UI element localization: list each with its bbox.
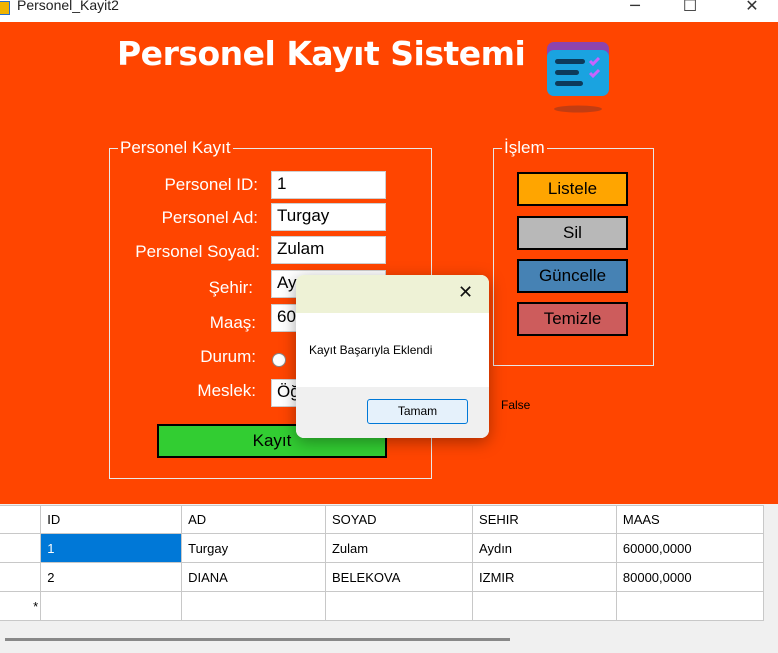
grid-cell-id[interactable]: 2 xyxy=(40,562,183,592)
grid-cell-ad[interactable] xyxy=(181,591,326,621)
column-header-ad[interactable]: AD xyxy=(181,505,326,534)
islem-legend: İşlem xyxy=(504,138,545,157)
column-header-soyad[interactable]: SOYAD xyxy=(324,505,474,534)
window-titlebar: Personel_Kayit2 ─ ☐ ✕ xyxy=(0,0,778,22)
grid-header-row: ID AD SOYAD SEHIR MAAS xyxy=(0,505,765,534)
sil-button[interactable]: Sil xyxy=(517,216,628,250)
grid-cell-sehir[interactable]: Aydın xyxy=(472,533,617,563)
data-grid: ID AD SOYAD SEHIR MAAS 1 Turgay Zulam Ay… xyxy=(0,504,778,653)
grid-cell-maas[interactable] xyxy=(615,591,765,621)
temizle-button[interactable]: Temizle xyxy=(517,302,628,336)
row-header[interactable] xyxy=(0,562,42,592)
grid-cell-soyad[interactable]: Zulam xyxy=(324,533,474,563)
row-header-corner xyxy=(0,505,42,534)
sehir-label: Şehir: xyxy=(208,278,253,297)
grid-cell-sehir[interactable] xyxy=(472,591,617,621)
personel-soyad-field[interactable]: Zulam xyxy=(271,236,386,264)
durum-radio[interactable] xyxy=(272,353,286,367)
personel-soyad-label: Personel Soyad: xyxy=(135,242,260,261)
column-header-id[interactable]: ID xyxy=(40,505,183,534)
personel-ad-label: Personel Ad: xyxy=(161,208,258,227)
table-row[interactable]: 2 DIANA BELEKOVA IZMIR 80000,0000 xyxy=(0,562,765,592)
page-title: Personel Kayıt Sistemi xyxy=(117,34,526,73)
app-icon xyxy=(0,1,10,15)
personel-kayit-legend: Personel Kayıt xyxy=(120,138,231,157)
grid-cell-soyad[interactable] xyxy=(324,591,474,621)
message-dialog: ✕ Kayıt Başarıyla Eklendi Tamam xyxy=(296,275,489,438)
row-header[interactable] xyxy=(0,533,42,563)
grid-cell-id[interactable]: 1 xyxy=(40,533,183,563)
personel-ad-field[interactable]: Turgay xyxy=(271,203,386,231)
table-row[interactable]: 1 Turgay Zulam Aydın 60000,0000 xyxy=(0,533,765,563)
column-header-sehir[interactable]: SEHIR xyxy=(472,505,617,534)
durum-label: Durum: xyxy=(200,347,256,366)
status-label: False xyxy=(501,398,531,412)
column-header-maas[interactable]: MAAS xyxy=(615,505,765,534)
task-list-icon xyxy=(547,42,609,113)
new-row[interactable]: * xyxy=(0,591,765,621)
close-window-icon[interactable]: ✕ xyxy=(737,0,767,15)
dialog-close-icon[interactable]: ✕ xyxy=(458,282,473,303)
dialog-header: ✕ xyxy=(296,275,489,313)
grid-cell-sehir[interactable]: IZMIR xyxy=(472,562,617,592)
grid-cell-ad[interactable]: Turgay xyxy=(181,533,326,563)
maas-label: Maaş: xyxy=(209,313,256,332)
grid-cell-ad[interactable]: DIANA xyxy=(181,562,326,592)
listele-button[interactable]: Listele xyxy=(517,172,628,206)
window-title: Personel_Kayit2 xyxy=(17,0,119,13)
dialog-ok-button[interactable]: Tamam xyxy=(367,399,468,424)
minimize-icon[interactable]: ─ xyxy=(620,0,650,15)
personel-id-field[interactable]: 1 xyxy=(271,171,386,199)
data-grid-table: ID AD SOYAD SEHIR MAAS 1 Turgay Zulam Ay… xyxy=(0,505,765,621)
grid-cell-id[interactable] xyxy=(40,591,183,621)
meslek-label: Meslek: xyxy=(197,381,256,400)
new-row-marker: * xyxy=(0,591,42,621)
personel-id-label: Personel ID: xyxy=(164,175,258,194)
guncelle-button[interactable]: Güncelle xyxy=(517,259,628,293)
horizontal-scrollbar[interactable] xyxy=(5,638,510,641)
dialog-message: Kayıt Başarıyla Eklendi xyxy=(309,343,433,357)
maximize-icon[interactable]: ☐ xyxy=(675,0,705,15)
grid-cell-maas[interactable]: 80000,0000 xyxy=(615,562,765,592)
grid-cell-maas[interactable]: 60000,0000 xyxy=(615,533,765,563)
dialog-footer: Tamam xyxy=(296,387,489,438)
grid-cell-soyad[interactable]: BELEKOVA xyxy=(324,562,474,592)
